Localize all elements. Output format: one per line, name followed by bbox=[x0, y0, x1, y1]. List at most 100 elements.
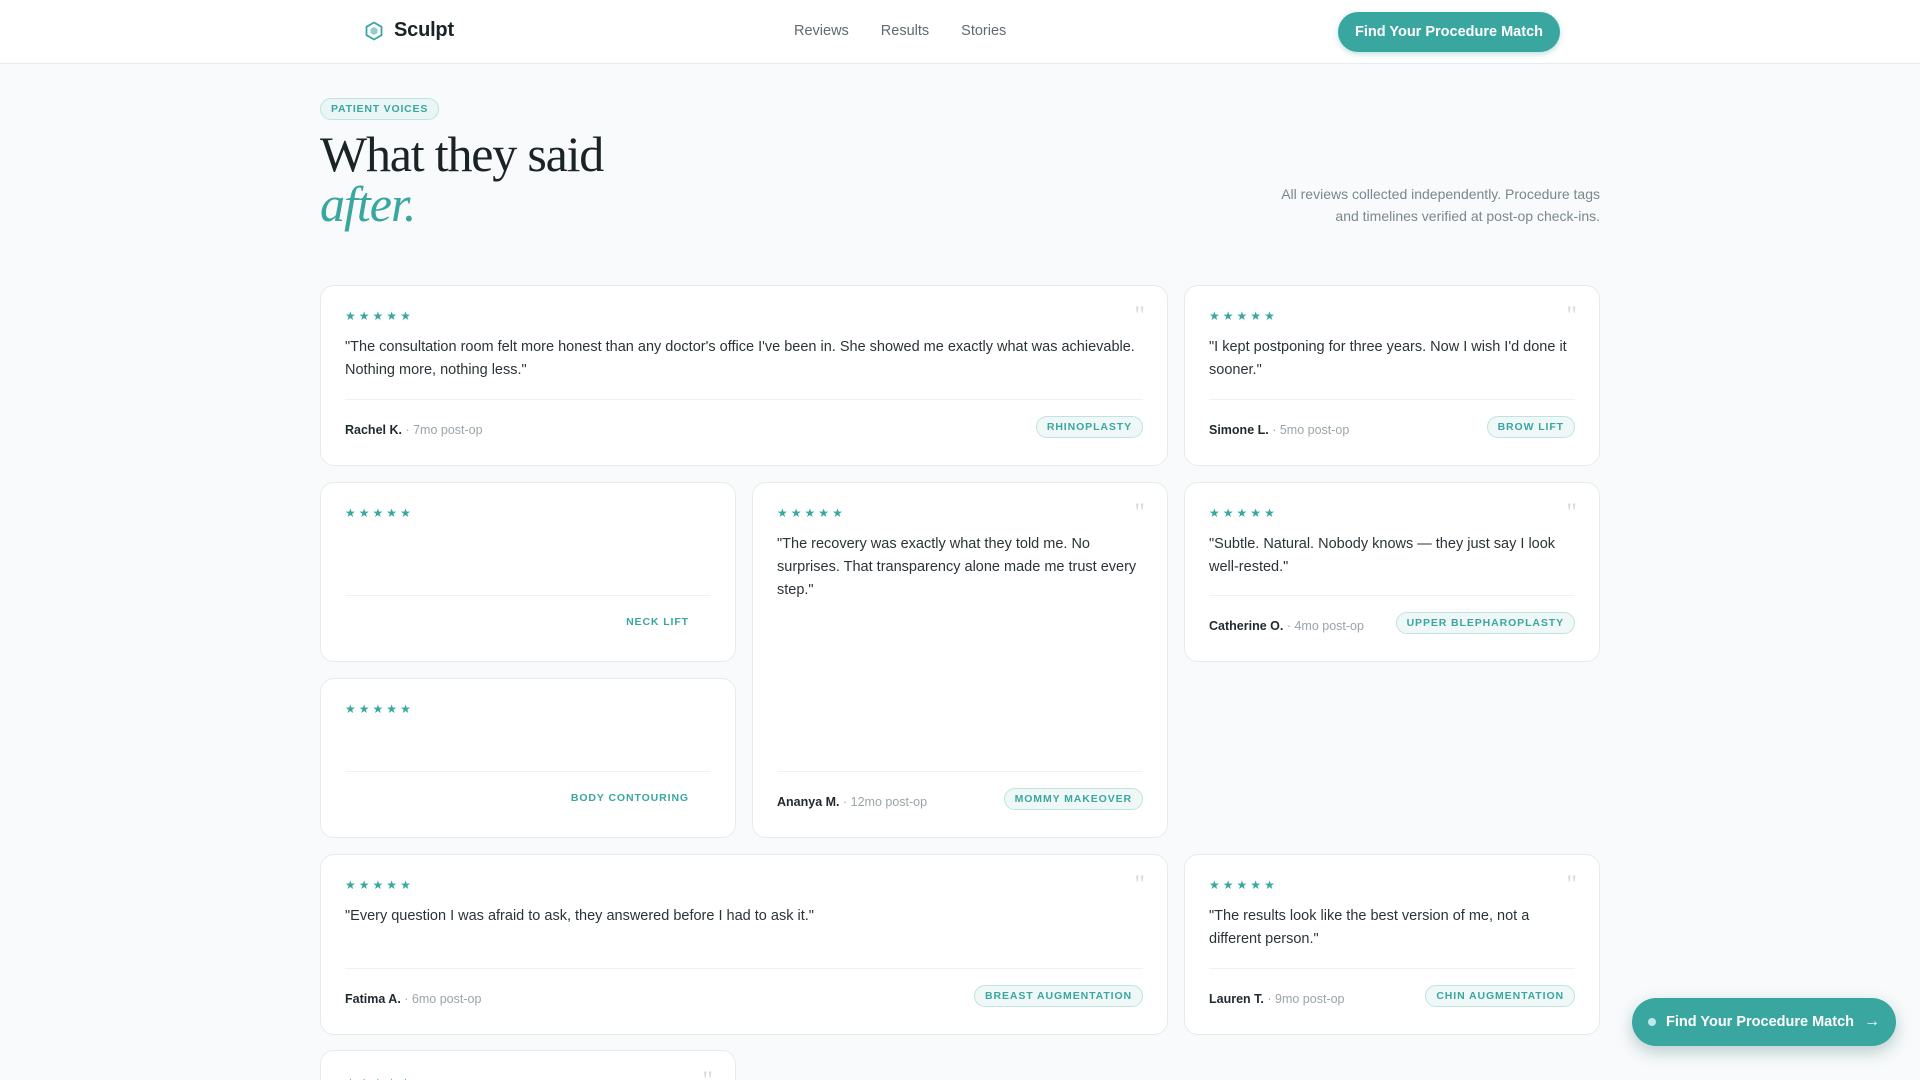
review-quote: "The results look like the best version … bbox=[1209, 908, 1530, 947]
page-title: What they said bbox=[320, 126, 604, 182]
author-name: Catherine O. bbox=[1209, 619, 1284, 633]
brand-logo[interactable]: Sculpt bbox=[364, 19, 454, 42]
review-quote: "I kept postponing for three years. Now … bbox=[1209, 339, 1567, 378]
nav-links: Reviews Results Stories bbox=[794, 23, 1006, 39]
review-quote: "The consultation room felt more honest … bbox=[345, 339, 1135, 378]
procedure-tag[interactable]: UPPER BLEPHAROPLASTY bbox=[1395, 612, 1575, 634]
nav-link-stories[interactable]: Stories bbox=[961, 23, 1006, 39]
star-rating: ★★★★★ bbox=[345, 507, 411, 519]
star-icon: ★ bbox=[372, 309, 384, 323]
star-rating: ★★★★★ bbox=[345, 703, 411, 715]
star-icon: ★ bbox=[1264, 506, 1275, 520]
review-footer: Ananya M. · 12mo post-op MOMMY MAKEOVER bbox=[777, 771, 1143, 837]
review-card: ★ ★ ★ ★ ★ " "Subtle. Natural. Nobody knows —… bbox=[1184, 482, 1600, 662]
review-footer: Lauren T. · 9mo post-op CHIN AUGMENTATIO… bbox=[1209, 968, 1575, 1034]
procedure-tag[interactable]: BREAST AUGMENTATION bbox=[974, 985, 1143, 1007]
star-icon: ★ bbox=[386, 702, 398, 716]
star-icon: ★ bbox=[1222, 309, 1234, 323]
star-rating: ★★★★★ bbox=[777, 507, 843, 519]
procedure-tag[interactable]: RHINOPLASTY bbox=[1035, 416, 1143, 438]
post-op-time: · 12mo post-op bbox=[843, 795, 928, 809]
review-author: Rachel K. · 7mo post-op bbox=[345, 423, 483, 437]
quote-mark-icon: " bbox=[1134, 870, 1145, 899]
star-icon: ★ bbox=[1236, 309, 1248, 323]
review-card: ★ ★ ★ ★ ★ " "The results look like the best … bbox=[1184, 854, 1600, 1035]
nav-link-reviews[interactable]: Reviews bbox=[794, 23, 849, 39]
review-author: Simone L. · 5mo post-op bbox=[1209, 423, 1349, 437]
review-card: ★ ★ ★ ★ ★ " "The consultation room felt more… bbox=[320, 285, 1168, 466]
review-author: Fatima A. · 6mo post-op bbox=[345, 992, 481, 1006]
star-icon: ★ bbox=[345, 506, 356, 520]
star-icon: ★ bbox=[400, 506, 411, 520]
nav-link-results[interactable]: Results bbox=[881, 23, 929, 39]
procedure-tag[interactable]: NECK LIFT bbox=[616, 612, 699, 634]
post-op-time: · 5mo post-op bbox=[1272, 423, 1350, 437]
review-footer: NECK LIFT bbox=[345, 595, 711, 661]
top-nav: Sculpt Reviews Results Stories Find Your… bbox=[0, 0, 1920, 64]
star-icon: ★ bbox=[386, 878, 398, 892]
review-card: ★★★★★ " bbox=[320, 1050, 736, 1080]
star-icon: ★ bbox=[790, 506, 802, 520]
author-name: Rachel K. bbox=[345, 423, 402, 437]
review-footer: BODY CONTOURING bbox=[345, 771, 711, 837]
star-rating: ★★★★★ bbox=[345, 879, 411, 891]
review-card: ★ ★ ★ ★ ★ " "The recovery was exactly what t… bbox=[752, 482, 1168, 838]
author-name: Lauren T. bbox=[1209, 992, 1264, 1006]
star-rating: ★★★★★ bbox=[1209, 507, 1275, 519]
star-icon: ★ bbox=[386, 506, 398, 520]
star-rating: ★★★★★ bbox=[1209, 879, 1275, 891]
procedure-tag[interactable]: CHIN AUGMENTATION bbox=[1425, 985, 1575, 1007]
review-author: Catherine O. · 4mo post-op bbox=[1209, 619, 1364, 633]
star-icon: ★ bbox=[358, 878, 370, 892]
arrow-right-icon: → bbox=[1864, 1013, 1880, 1030]
star-rating: ★★★★★ bbox=[1209, 310, 1275, 322]
star-icon: ★ bbox=[777, 506, 788, 520]
procedure-tag[interactable]: BODY CONTOURING bbox=[561, 788, 699, 810]
review-quote: "The recovery was exactly what they told… bbox=[777, 536, 1137, 598]
review-footer: Simone L. · 5mo post-op BROW LIFT bbox=[1209, 399, 1575, 465]
quote-mark-icon: " bbox=[1134, 498, 1145, 527]
reviews-disclaimer: All reviews collected independently. Pro… bbox=[1281, 186, 1600, 224]
star-icon: ★ bbox=[1236, 506, 1248, 520]
star-icon: ★ bbox=[1236, 878, 1248, 892]
star-icon: ★ bbox=[345, 702, 356, 716]
star-icon: ★ bbox=[400, 309, 411, 323]
quote-mark-icon: " bbox=[1566, 301, 1577, 330]
review-quote: "Every question I was afraid to ask, the… bbox=[345, 908, 814, 924]
procedure-tag[interactable]: MOMMY MAKEOVER bbox=[1003, 788, 1143, 810]
review-card: ★ ★ ★ ★ ★ " "Every question I was afraid to … bbox=[320, 854, 1168, 1035]
post-op-time: · 7mo post-op bbox=[405, 423, 483, 437]
section-badge: PATIENT VOICES bbox=[320, 98, 440, 120]
floating-find-procedure-match-button[interactable]: Find Your Procedure Match → bbox=[1632, 998, 1896, 1046]
review-author: Lauren T. · 9mo post-op bbox=[1209, 992, 1344, 1006]
star-icon: ★ bbox=[400, 702, 411, 716]
review-footer: Fatima A. · 6mo post-op BREAST AUGMENTAT… bbox=[345, 968, 1143, 1034]
review-card: ★ ★ ★ ★ ★ " "I kept postponing for three yea… bbox=[1184, 285, 1600, 466]
star-icon: ★ bbox=[1209, 878, 1220, 892]
star-icon: ★ bbox=[386, 309, 398, 323]
star-icon: ★ bbox=[818, 506, 830, 520]
floating-cta-label: Find Your Procedure Match bbox=[1666, 1014, 1854, 1030]
post-op-time: · 4mo post-op bbox=[1286, 619, 1364, 633]
author-name: Fatima A. bbox=[345, 992, 401, 1006]
star-icon: ★ bbox=[1264, 878, 1275, 892]
star-icon: ★ bbox=[1222, 506, 1234, 520]
quote-mark-icon: " bbox=[1134, 301, 1145, 330]
star-icon: ★ bbox=[358, 309, 370, 323]
star-icon: ★ bbox=[358, 506, 370, 520]
page-title-accent: after. bbox=[320, 176, 416, 232]
star-icon: ★ bbox=[1264, 309, 1275, 323]
post-op-time: · 6mo post-op bbox=[404, 992, 482, 1006]
star-icon: ★ bbox=[372, 702, 384, 716]
author-name: Ananya M. bbox=[777, 795, 840, 809]
review-author: Ananya M. · 12mo post-op bbox=[777, 795, 927, 809]
find-procedure-match-button[interactable]: Find Your Procedure Match bbox=[1338, 12, 1560, 52]
star-icon: ★ bbox=[832, 506, 843, 520]
star-icon: ★ bbox=[358, 702, 370, 716]
star-icon: ★ bbox=[1250, 878, 1262, 892]
review-quote: "Subtle. Natural. Nobody knows — they ju… bbox=[1209, 536, 1556, 575]
star-icon: ★ bbox=[1209, 506, 1220, 520]
review-footer: Catherine O. · 4mo post-op UPPER BLEPHAR… bbox=[1209, 595, 1575, 661]
procedure-tag[interactable]: BROW LIFT bbox=[1486, 416, 1575, 438]
star-icon: ★ bbox=[372, 506, 384, 520]
